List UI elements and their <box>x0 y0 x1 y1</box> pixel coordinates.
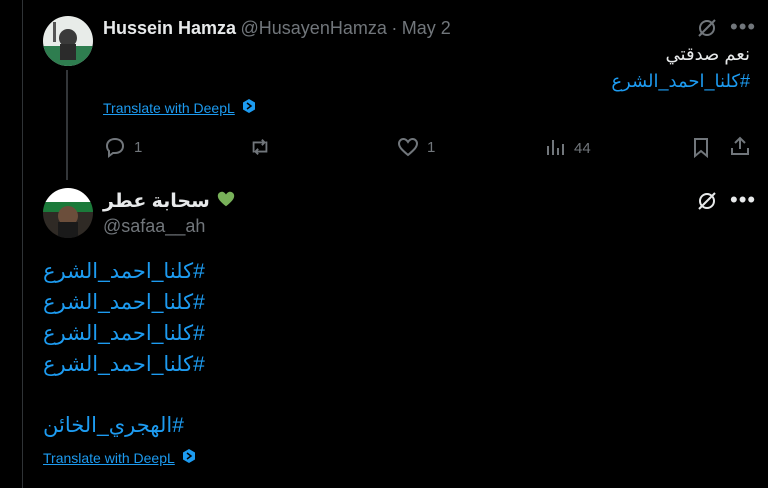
translate-label: Translate with DeepL <box>43 449 175 466</box>
tweet1-header: Hussein Hamza @HusayenHamza · May 2 <box>103 18 451 39</box>
views-button[interactable]: 44 <box>544 137 591 159</box>
hashtag[interactable]: #كلنا_احمد_الشرع <box>43 318 243 349</box>
green-heart-icon <box>216 189 236 214</box>
user-handle[interactable]: @safaa__ah <box>103 216 205 237</box>
hashtag[interactable]: #كلنا_احمد_الشرع <box>43 287 243 318</box>
share-icon[interactable] <box>729 135 751 162</box>
deepl-icon <box>241 98 257 117</box>
repost-button[interactable] <box>249 136 279 158</box>
bookmark-icon[interactable] <box>690 136 712 163</box>
tweet2-header: سحابة عطر <box>103 189 236 214</box>
more-icon[interactable]: ••• <box>730 14 756 40</box>
thread-connector <box>66 70 68 180</box>
deepl-icon <box>181 448 197 467</box>
like-count: 1 <box>427 138 436 156</box>
more-icon[interactable]: ••• <box>730 187 756 213</box>
display-name[interactable]: Hussein Hamza <box>103 18 236 38</box>
hashtag[interactable]: #كلنا_احمد_الشرع <box>43 256 243 287</box>
user-handle[interactable]: @HusayenHamza <box>241 18 387 38</box>
translate-label: Translate with DeepL <box>103 99 235 116</box>
tweet2-body: #كلنا_احمد_الشرع #كلنا_احمد_الشرع #كلنا_… <box>43 256 243 380</box>
views-icon <box>547 140 564 155</box>
hashtag-last[interactable]: #الهجري_الخائن <box>43 410 184 441</box>
translate-deepl-link[interactable]: Translate with DeepL <box>103 98 257 117</box>
tweet-date[interactable]: May 2 <box>402 18 451 38</box>
reply-count: 1 <box>134 138 143 156</box>
views-count: 44 <box>574 139 591 157</box>
translate-deepl-link[interactable]: Translate with DeepL <box>43 448 197 467</box>
grok-icon[interactable] <box>696 190 718 217</box>
display-name[interactable]: سحابة عطر <box>103 190 210 213</box>
like-icon <box>397 137 419 157</box>
reply-icon <box>105 137 125 158</box>
grok-icon[interactable] <box>696 17 718 44</box>
timeline-border <box>22 0 23 488</box>
avatar-hussein[interactable] <box>43 16 93 66</box>
reply-button[interactable]: 1 <box>104 136 142 158</box>
like-button[interactable]: 1 <box>397 136 435 158</box>
avatar-safaa[interactable] <box>43 188 93 238</box>
separator-dot: · <box>391 18 398 38</box>
tweet1-text: نعم صدقتي <box>665 44 750 64</box>
repost-icon <box>252 139 268 155</box>
hashtag[interactable]: #كلنا_احمد_الشرع <box>43 349 243 380</box>
tweet1-hashtag[interactable]: #كلنا_احمد_الشرع <box>100 71 750 92</box>
